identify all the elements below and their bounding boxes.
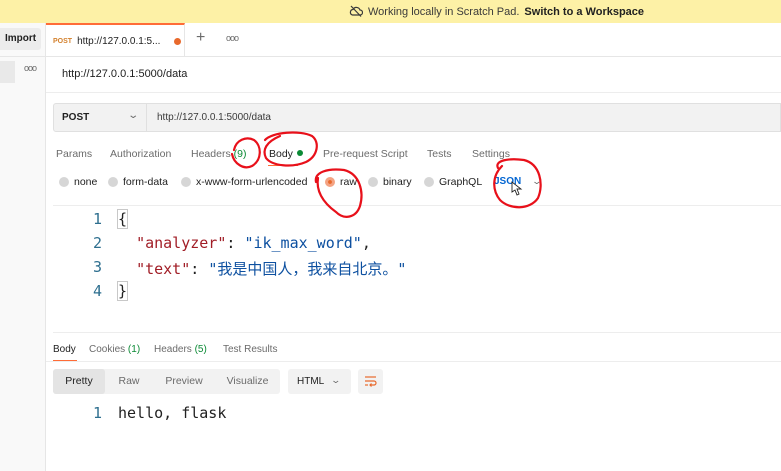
close-brace: } [116, 281, 129, 301]
response-tab-cookies-label: Cookies [89, 344, 126, 355]
raw-format-select[interactable]: JSON ⌄ [494, 176, 543, 187]
sidebar-divider [0, 56, 46, 57]
sidebar-more-icon[interactable]: ooo [24, 63, 37, 73]
url-input[interactable]: http://127.0.0.1:5000/data [157, 112, 271, 123]
tab-body-label: Body [269, 148, 293, 160]
radio-label: none [74, 176, 98, 188]
radio-label: x-www-form-urlencoded [196, 176, 308, 188]
response-format-label: HTML [297, 376, 325, 387]
chevron-down-icon: ⌄ [531, 176, 543, 186]
radio-x-www-form-urlencoded[interactable]: x-www-form-urlencoded [181, 176, 307, 188]
response-view-toggle: Pretty Raw Preview Visualize [53, 369, 280, 394]
request-tab-bar: POST http://127.0.0.1:5... + ooo [46, 23, 781, 57]
radio-label: form-data [123, 176, 168, 188]
code-content: "analyzer": "ik_max_word", [136, 234, 371, 252]
body-indicator-dot [296, 150, 303, 156]
tab-settings[interactable]: Settings [472, 148, 510, 160]
response-tab-cookies[interactable]: Cookies (1) [89, 344, 140, 355]
line-number: 2 [92, 234, 102, 252]
sidebar: Import ooo [0, 23, 46, 471]
method-select[interactable]: POST ⌄ [54, 104, 147, 131]
radio-circle [181, 177, 191, 187]
scratch-pad-banner: Working locally in Scratch Pad. Switch t… [0, 0, 781, 23]
editor-line: 2 "analyzer": "ik_max_word", [53, 234, 781, 258]
request-title[interactable]: http://127.0.0.1:5000/data [62, 68, 187, 80]
active-tab-underline [268, 165, 298, 166]
request-tab[interactable]: POST http://127.0.0.1:5... [46, 23, 185, 57]
new-tab-icon[interactable]: + [196, 29, 205, 47]
response-body-line: 1 hello, flask [53, 404, 781, 428]
raw-format-label: JSON [494, 176, 522, 187]
response-format-select[interactable]: HTML ⌄ [288, 369, 351, 394]
view-visualize[interactable]: Visualize [215, 369, 280, 394]
view-preview[interactable]: Preview [153, 369, 215, 394]
response-tab-test-results[interactable]: Test Results [223, 344, 277, 355]
wrap-lines-icon [365, 376, 377, 387]
line-number: 4 [92, 282, 102, 300]
radio-circle [368, 177, 378, 187]
response-tab-cookies-count: (1) [127, 344, 141, 355]
title-divider [46, 92, 781, 93]
tab-pre-request-script[interactable]: Pre-request Script [323, 148, 408, 160]
radio-circle [424, 177, 434, 187]
response-tab-headers-count: (5) [194, 344, 207, 355]
radio-binary[interactable]: binary [368, 176, 412, 188]
response-tab-headers[interactable]: Headers (5) [154, 344, 207, 355]
view-pretty[interactable]: Pretty [53, 369, 105, 394]
tab-title: http://127.0.0.1:5... [77, 35, 161, 47]
radio-label: GraphQL [439, 176, 483, 188]
wrap-lines-button[interactable] [358, 369, 383, 394]
radio-label: raw [340, 176, 357, 188]
tab-method: POST [53, 37, 73, 45]
line-number: 3 [92, 258, 102, 276]
open-brace: { [116, 209, 129, 229]
cloud-off-icon [349, 5, 364, 20]
radio-circle-selected [325, 177, 335, 187]
editor-line: 3 "text": "我是中国人，我来自北京。" [53, 258, 781, 282]
radio-circle [108, 177, 118, 187]
switch-workspace-link[interactable]: Switch to a Workspace [524, 6, 644, 18]
code-content: "text": "我是中国人，我来自北京。" [136, 260, 407, 278]
chevron-down-icon: ⌄ [127, 110, 140, 121]
tab-more-icon[interactable]: ooo [226, 33, 239, 43]
body-editor[interactable]: 1 { 2 "analyzer": "ik_max_word", 3 "text… [53, 205, 781, 333]
import-button[interactable]: Import [0, 28, 41, 50]
method-label: POST [62, 112, 90, 123]
json-key: "analyzer" [136, 234, 227, 252]
response-tab-headers-label: Headers [154, 344, 192, 355]
tab-headers[interactable]: Headers (9) [191, 148, 246, 160]
unsaved-dot-icon[interactable] [174, 37, 182, 45]
radio-circle [59, 177, 69, 187]
tab-headers-count: (9) [233, 148, 247, 160]
view-raw[interactable]: Raw [105, 369, 153, 394]
radio-form-data[interactable]: form-data [108, 176, 168, 188]
tab-headers-label: Headers [191, 148, 231, 160]
radio-none[interactable]: none [59, 176, 97, 188]
tab-authorization[interactable]: Authorization [110, 148, 171, 160]
response-divider [46, 361, 781, 362]
editor-line: 4 } [53, 281, 781, 306]
tab-body[interactable]: Body [269, 148, 303, 160]
radio-label: binary [383, 176, 412, 188]
line-number: 1 [92, 210, 102, 228]
tab-params[interactable]: Params [56, 148, 92, 160]
json-key: "text" [136, 260, 191, 278]
banner-content: Working locally in Scratch Pad. Switch t… [349, 5, 644, 19]
json-value: "ik_max_word" [244, 234, 362, 252]
tab-tests[interactable]: Tests [427, 148, 452, 160]
json-value: "我是中国人，我来自北京。" [208, 260, 407, 278]
url-bar: POST ⌄ http://127.0.0.1:5000/data [53, 103, 781, 132]
response-body-text: hello, flask [118, 404, 227, 422]
banner-text: Working locally in Scratch Pad. [368, 6, 520, 18]
radio-graphql[interactable]: GraphQL [424, 176, 482, 188]
chevron-down-icon: ⌄ [330, 375, 342, 385]
radio-raw[interactable]: raw [325, 176, 357, 188]
editor-line: 1 { [53, 209, 781, 234]
response-tab-body[interactable]: Body [53, 344, 76, 355]
line-number: 1 [92, 404, 102, 422]
sidebar-collection-item[interactable] [0, 61, 15, 83]
